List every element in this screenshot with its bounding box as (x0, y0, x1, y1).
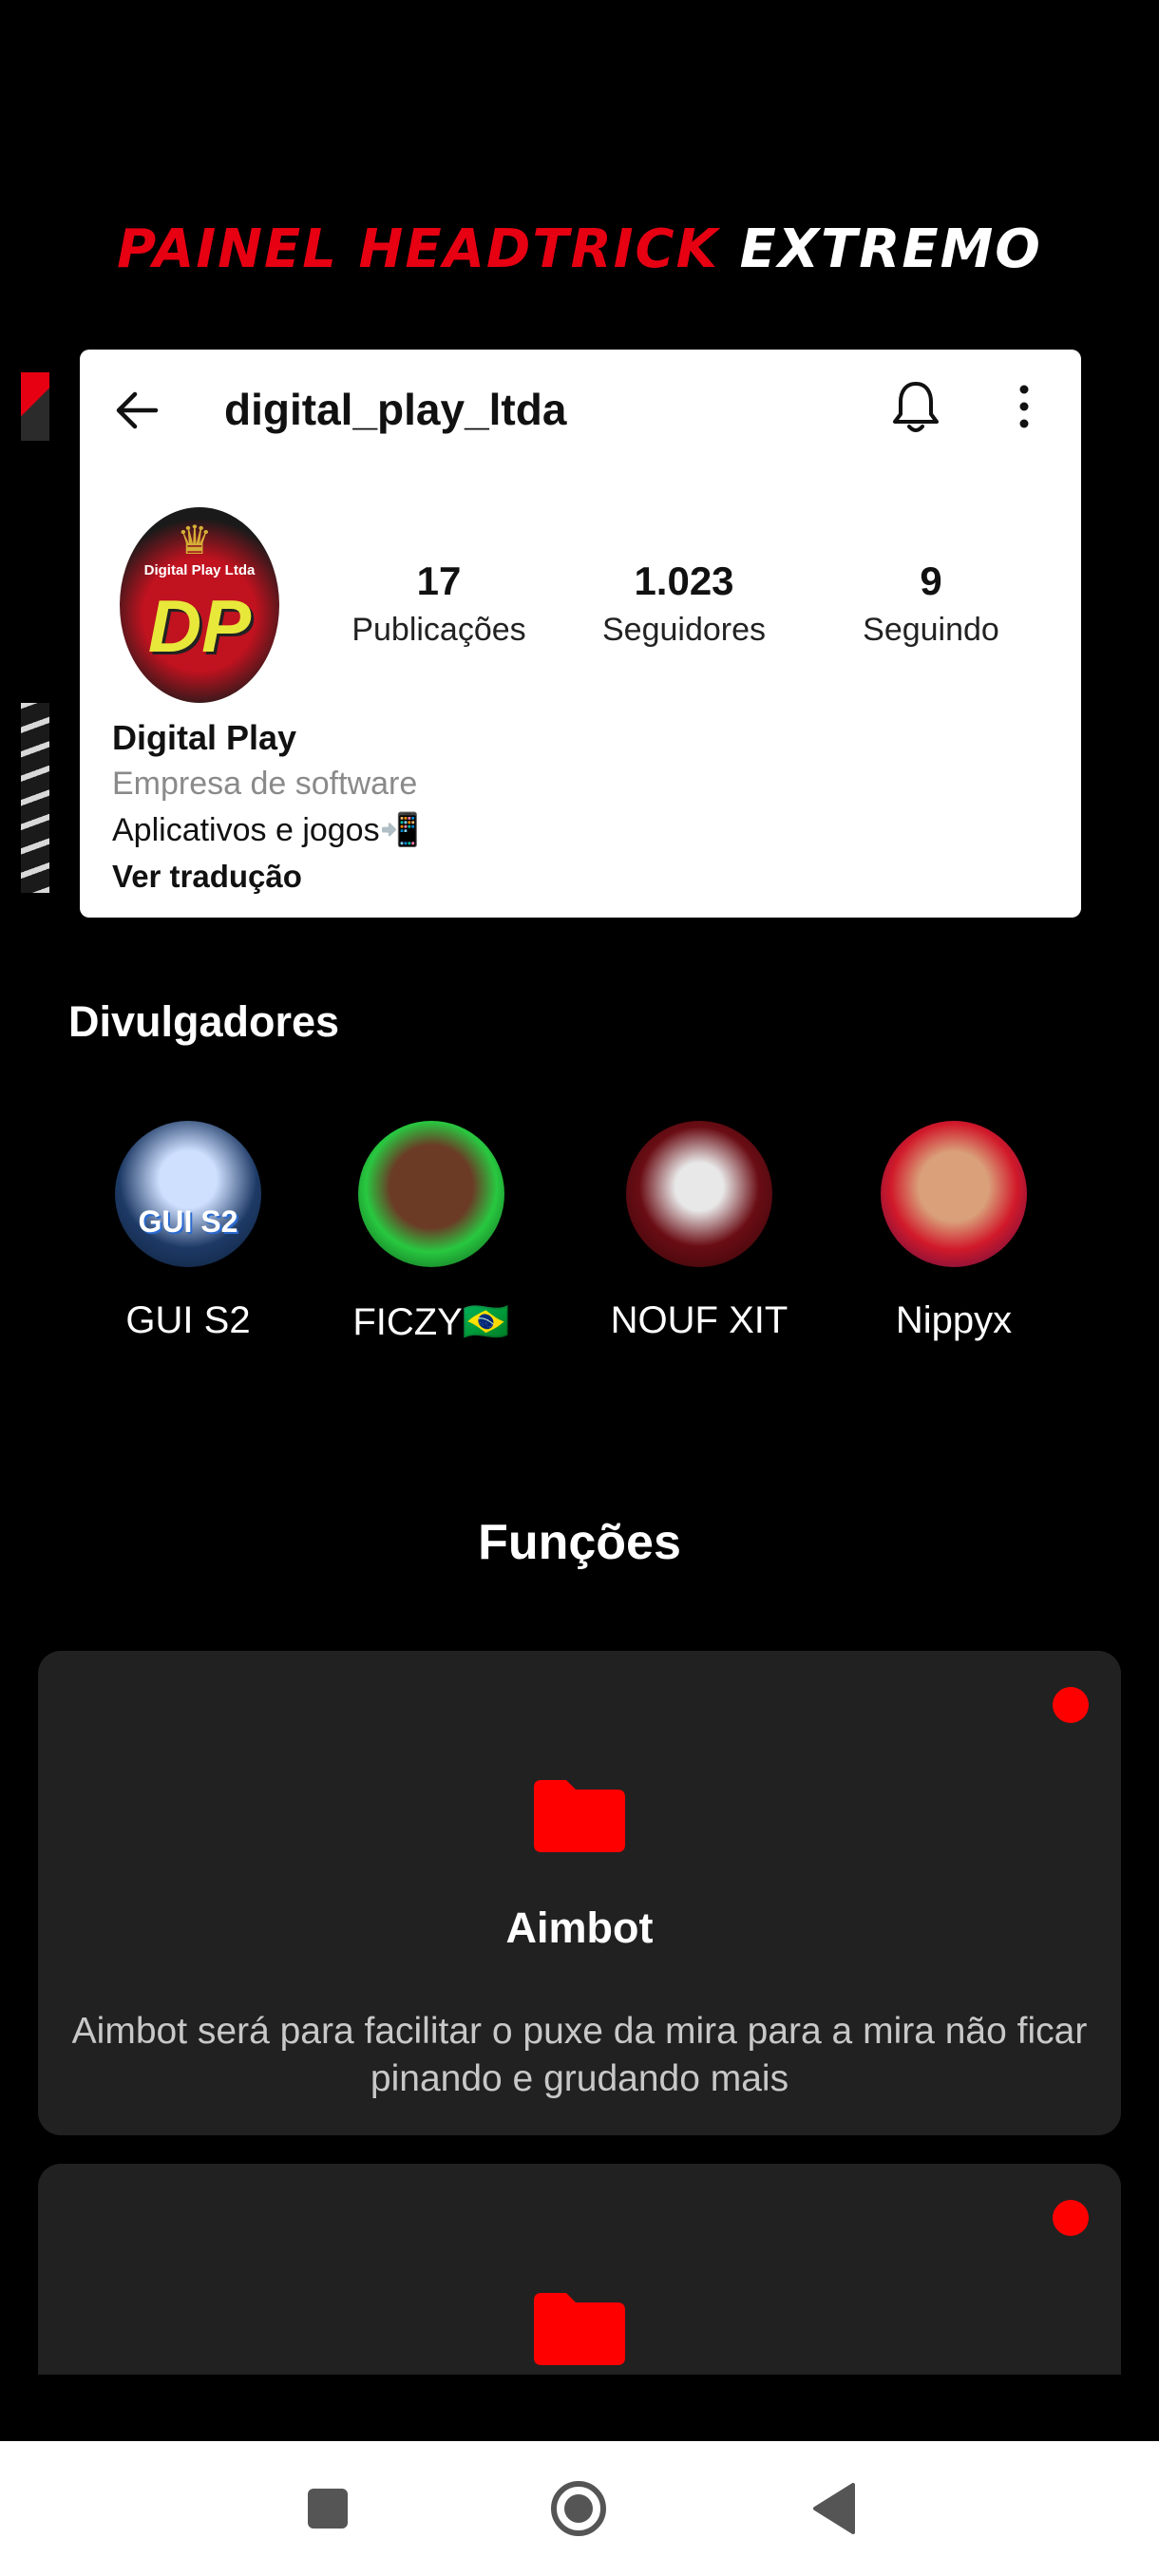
back-icon (813, 2483, 855, 2534)
promoter-avatar (881, 1121, 1027, 1267)
folder-icon (534, 2293, 625, 2365)
stat-label: Seguidores (601, 612, 766, 648)
promoter-name: NOUF XIT (610, 1299, 788, 1341)
folder-icon (534, 1780, 625, 1852)
profile-category: Empresa de software (112, 766, 418, 802)
recent-apps-button[interactable] (294, 2475, 361, 2542)
carousel-edge-image (21, 703, 49, 893)
avatar-initials: DP (147, 584, 252, 668)
stat-value: 17 (416, 559, 462, 603)
more-vertical-icon (1019, 385, 1029, 428)
avatar-caption: Digital Play Ltda (143, 562, 256, 578)
promoter-item[interactable]: Nippyx (830, 1121, 1077, 1342)
profile-avatar[interactable]: ♛ Digital Play Ltda DP (120, 507, 279, 703)
banner-title: PAINEL HEADTRICK EXTREMO (0, 218, 1159, 280)
promoter-name: FICZY🇧🇷 (352, 1301, 510, 1343)
system-navbar (0, 2441, 1159, 2576)
carousel-edge-image (21, 372, 49, 441)
stat-label: Seguindo (863, 612, 999, 648)
promoter-item[interactable]: FICZY🇧🇷 (308, 1121, 555, 1344)
functions-title: Funções (478, 1515, 681, 1570)
status-dot (1053, 1687, 1089, 1723)
home-button[interactable] (545, 2475, 612, 2542)
promoter-item[interactable]: NOUF XIT (576, 1121, 823, 1342)
function-card-description: Aimbot será para facilitar o puxe da mir… (71, 2011, 1088, 2099)
profile-bio: Aplicativos e jogos📲 (112, 812, 420, 848)
promoter-avatar-text: GUI S2 (138, 1204, 238, 1239)
home-icon (551, 2481, 606, 2536)
more-options-button[interactable] (1005, 376, 1043, 437)
promoter-name: Nippyx (895, 1299, 1013, 1341)
recent-apps-icon (308, 2489, 348, 2529)
promoter-avatar (358, 1121, 504, 1267)
banner-title-white: EXTREMO (739, 218, 1042, 280)
promoters-title: Divulgadores (68, 997, 340, 1046)
back-button[interactable] (108, 382, 165, 439)
crown-icon: ♛ (177, 518, 213, 562)
back-nav-button[interactable] (802, 2475, 868, 2542)
promoter-name: GUI S2 (125, 1299, 251, 1341)
stat-label: Publicações (352, 612, 526, 648)
profile-username: digital_play_ltda (224, 385, 567, 434)
profile-display-name: Digital Play (112, 718, 297, 757)
bell-icon (893, 382, 939, 432)
stat-following[interactable]: 9 Seguindo (826, 559, 1036, 649)
stat-followers[interactable]: 1.023 Seguidores (580, 559, 788, 649)
banner-title-red: PAINEL HEADTRICK (117, 218, 720, 280)
translate-link[interactable]: Ver tradução (112, 859, 302, 895)
profile-card: digital_play_ltda ♛ Digital Play Ltda DP… (80, 350, 1081, 918)
status-dot (1053, 2200, 1089, 2236)
promoter-avatar: GUI S2 (115, 1121, 261, 1267)
function-card-title: Aimbot (505, 1904, 654, 1952)
function-card-aimbot[interactable]: Aimbot Aimbot será para facilitar o puxe… (38, 1651, 1121, 2135)
promoter-item[interactable]: GUI S2 GUI S2 (65, 1121, 312, 1342)
stat-value: 9 (920, 559, 942, 603)
stat-value: 1.023 (634, 559, 734, 603)
stat-posts[interactable]: 17 Publicações (334, 559, 543, 649)
function-card[interactable] (38, 2164, 1121, 2375)
arrow-left-icon (116, 391, 159, 429)
promoter-avatar (626, 1121, 772, 1267)
notifications-button[interactable] (887, 376, 944, 437)
